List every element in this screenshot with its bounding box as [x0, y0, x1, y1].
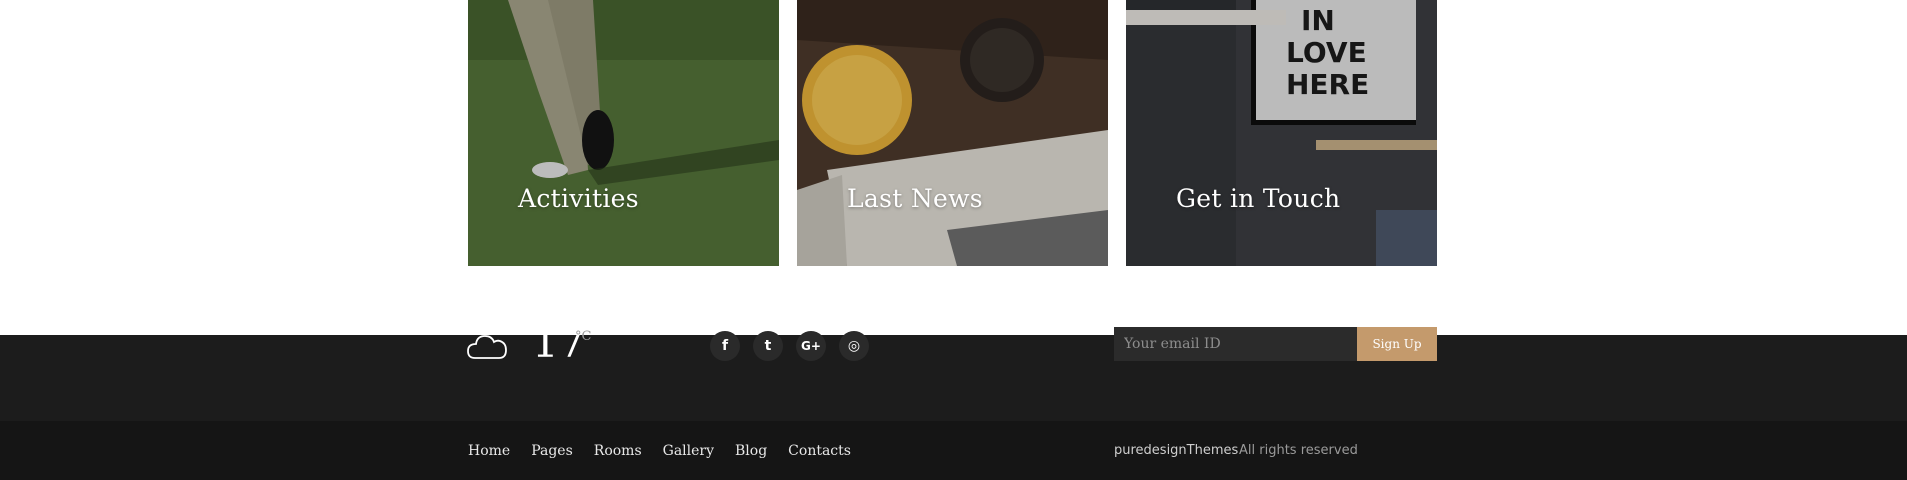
- footer-nav-rooms[interactable]: Rooms: [594, 443, 642, 459]
- brand-name: puredesignThemes: [1114, 443, 1239, 458]
- email-field[interactable]: [1114, 327, 1357, 361]
- activities-card[interactable]: Activities: [468, 0, 779, 266]
- card-title-activities[interactable]: Activities: [518, 184, 639, 213]
- google-plus-icon[interactable]: G+: [796, 331, 826, 361]
- content-area: Activities Last News IN LOVE HERE Get in…: [0, 0, 1907, 335]
- card-overlay: [468, 0, 779, 266]
- get-in-touch-card[interactable]: IN LOVE HERE Get in Touch: [1126, 0, 1437, 266]
- cloud-icon: [466, 330, 508, 364]
- footer-nav: Home Pages Rooms Gallery Blog Contacts: [468, 443, 872, 459]
- copyright-text: All rights reserved: [1239, 443, 1358, 458]
- card-title-last-news[interactable]: Last News: [847, 184, 983, 213]
- twitter-icon[interactable]: t: [753, 331, 783, 361]
- sign-up-button[interactable]: Sign Up: [1357, 327, 1437, 361]
- card-overlay: [797, 0, 1108, 266]
- last-news-card[interactable]: Last News: [797, 0, 1108, 266]
- card-title-get-in-touch[interactable]: Get in Touch: [1176, 184, 1340, 213]
- footer-nav-home[interactable]: Home: [468, 443, 510, 459]
- footer-top: [0, 335, 1907, 421]
- footer-nav-contacts[interactable]: Contacts: [788, 443, 851, 459]
- instagram-icon[interactable]: ◎: [839, 331, 869, 361]
- temperature-unit: °C: [575, 329, 592, 344]
- card-overlay: [1126, 0, 1437, 266]
- footer-bottom: [0, 421, 1907, 480]
- footer-nav-gallery[interactable]: Gallery: [663, 443, 714, 459]
- footer-nav-pages[interactable]: Pages: [531, 443, 573, 459]
- footer-nav-blog[interactable]: Blog: [735, 443, 767, 459]
- facebook-icon[interactable]: f: [710, 331, 740, 361]
